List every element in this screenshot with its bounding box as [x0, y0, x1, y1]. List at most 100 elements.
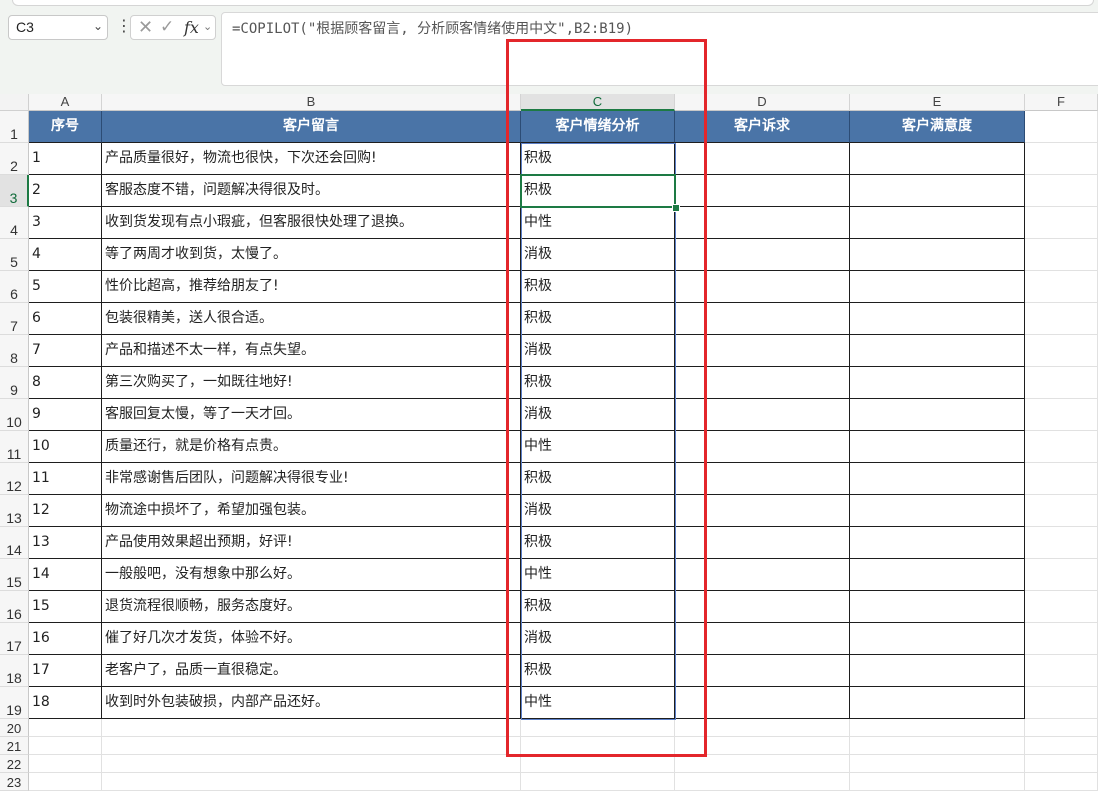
grid-cell[interactable]	[521, 755, 675, 773]
grid-cell[interactable]	[675, 737, 850, 755]
table-cell[interactable]: 包装很精美，送人很合适。	[102, 303, 521, 335]
row-header-3[interactable]: 3	[0, 175, 29, 207]
table-cell[interactable]	[850, 559, 1025, 591]
table-cell[interactable]: 2	[29, 175, 102, 207]
table-cell[interactable]	[675, 175, 850, 207]
table-cell[interactable]	[850, 687, 1025, 719]
grid-cell[interactable]	[29, 737, 102, 755]
table-cell[interactable]	[675, 271, 850, 303]
table-header-cell[interactable]: 客户诉求	[675, 111, 850, 143]
grid-cell[interactable]	[1025, 719, 1098, 737]
grid-cell[interactable]	[521, 737, 675, 755]
table-cell[interactable]	[675, 463, 850, 495]
table-cell[interactable]	[850, 591, 1025, 623]
grid-cell[interactable]	[1025, 655, 1098, 687]
table-cell[interactable]: 13	[29, 527, 102, 559]
table-cell[interactable]: 产品使用效果超出预期，好评!	[102, 527, 521, 559]
table-cell[interactable]: 中性	[521, 687, 675, 719]
grid-cell[interactable]	[29, 773, 102, 791]
table-cell[interactable]: 性价比超高，推荐给朋友了!	[102, 271, 521, 303]
row-header-6[interactable]: 6	[0, 271, 29, 303]
table-cell[interactable]: 积极	[521, 271, 675, 303]
grid-cell[interactable]	[521, 773, 675, 791]
fx-icon[interactable]: fx	[184, 18, 199, 37]
table-cell[interactable]: 消极	[521, 623, 675, 655]
row-header-15[interactable]: 15	[0, 559, 29, 591]
table-cell[interactable]: 4	[29, 239, 102, 271]
table-cell[interactable]: 中性	[521, 559, 675, 591]
grid-cell[interactable]	[675, 719, 850, 737]
row-header-10[interactable]: 10	[0, 399, 29, 431]
table-cell[interactable]: 17	[29, 655, 102, 687]
table-cell[interactable]: 第三次购买了，一如既往地好!	[102, 367, 521, 399]
grid-cell[interactable]	[1025, 143, 1098, 175]
table-cell[interactable]: 客服回复太慢，等了一天才回。	[102, 399, 521, 431]
row-header-1[interactable]: 1	[0, 111, 29, 143]
table-cell[interactable]: 消极	[521, 239, 675, 271]
table-cell[interactable]: 老客户了，品质一直很稳定。	[102, 655, 521, 687]
table-cell[interactable]: 14	[29, 559, 102, 591]
table-cell[interactable]	[850, 175, 1025, 207]
grid-cell[interactable]	[675, 755, 850, 773]
grid-cell[interactable]	[102, 755, 521, 773]
row-header-22[interactable]: 22	[0, 755, 29, 773]
grid-cell[interactable]	[1025, 527, 1098, 559]
grid-cell[interactable]	[1025, 495, 1098, 527]
grid-cell[interactable]	[1025, 111, 1098, 143]
row-header-9[interactable]: 9	[0, 367, 29, 399]
table-cell[interactable]	[850, 335, 1025, 367]
table-cell[interactable]: 消极	[521, 335, 675, 367]
row-header-19[interactable]: 19	[0, 687, 29, 719]
row-header-16[interactable]: 16	[0, 591, 29, 623]
table-cell[interactable]	[675, 239, 850, 271]
row-header-8[interactable]: 8	[0, 335, 29, 367]
table-header-cell[interactable]: 客户留言	[102, 111, 521, 143]
table-cell[interactable]: 产品质量很好，物流也很快，下次还会回购!	[102, 143, 521, 175]
grid-cell[interactable]	[1025, 399, 1098, 431]
table-cell[interactable]: 收到货发现有点小瑕疵，但客服很快处理了退换。	[102, 207, 521, 239]
grid-cell[interactable]	[850, 773, 1025, 791]
fill-handle[interactable]	[672, 204, 680, 212]
table-cell[interactable]: 等了两周才收到货，太慢了。	[102, 239, 521, 271]
grid-cell[interactable]	[675, 773, 850, 791]
table-cell[interactable]: 非常感谢售后团队，问题解决得很专业!	[102, 463, 521, 495]
column-header-b[interactable]: B	[102, 94, 521, 111]
table-cell[interactable]	[850, 431, 1025, 463]
table-cell[interactable]: 积极	[521, 527, 675, 559]
table-cell[interactable]: 3	[29, 207, 102, 239]
table-cell[interactable]	[850, 623, 1025, 655]
grid-cell[interactable]	[1025, 687, 1098, 719]
row-header-17[interactable]: 17	[0, 623, 29, 655]
table-cell[interactable]	[675, 335, 850, 367]
table-cell[interactable]: 消极	[521, 399, 675, 431]
table-cell[interactable]: 积极	[521, 143, 675, 175]
table-cell[interactable]: 产品和描述不太一样，有点失望。	[102, 335, 521, 367]
table-header-cell[interactable]: 序号	[29, 111, 102, 143]
table-cell[interactable]: 质量还行，就是价格有点贵。	[102, 431, 521, 463]
grid-cell[interactable]	[1025, 591, 1098, 623]
table-cell[interactable]	[675, 559, 850, 591]
grid-cell[interactable]	[521, 719, 675, 737]
row-header-5[interactable]: 5	[0, 239, 29, 271]
table-cell[interactable]: 18	[29, 687, 102, 719]
table-cell[interactable]	[850, 655, 1025, 687]
table-cell[interactable]	[850, 399, 1025, 431]
table-cell[interactable]: 6	[29, 303, 102, 335]
table-cell[interactable]	[675, 527, 850, 559]
table-cell[interactable]	[675, 367, 850, 399]
table-cell[interactable]	[850, 239, 1025, 271]
table-header-cell[interactable]: 客户情绪分析	[521, 111, 675, 143]
name-box[interactable]: C3 ⌄	[8, 15, 108, 40]
table-cell[interactable]: 中性	[521, 207, 675, 239]
grid-cell[interactable]	[1025, 207, 1098, 239]
column-header-d[interactable]: D	[675, 94, 850, 111]
grid-cell[interactable]	[1025, 623, 1098, 655]
table-cell[interactable]	[850, 463, 1025, 495]
table-cell[interactable]: 消极	[521, 495, 675, 527]
grid-cell[interactable]	[1025, 271, 1098, 303]
column-header-c[interactable]: C	[521, 94, 675, 111]
table-cell[interactable]	[675, 399, 850, 431]
table-cell[interactable]: 1	[29, 143, 102, 175]
table-cell[interactable]: 8	[29, 367, 102, 399]
table-cell[interactable]: 积极	[521, 367, 675, 399]
